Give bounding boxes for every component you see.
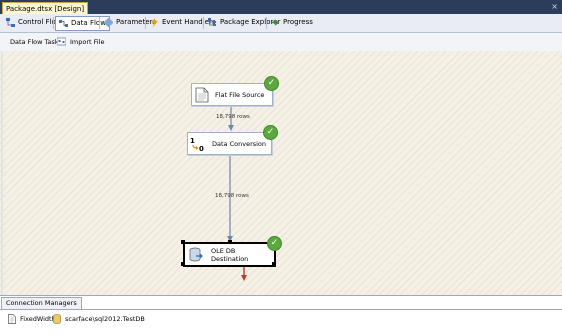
connection-managers-list[interactable]: FixedWidth scarface\sql2012.TestDB bbox=[0, 309, 562, 336]
component-data-conversion[interactable]: 10 Data Conversion bbox=[187, 132, 272, 155]
data-flow-icon bbox=[59, 19, 68, 28]
resize-handle[interactable] bbox=[181, 262, 185, 266]
tab-separator bbox=[203, 17, 204, 29]
tab-label: Progress bbox=[283, 18, 313, 26]
connection-manager-name: FixedWidth bbox=[20, 315, 56, 323]
task-selector-label: Data Flow Task: bbox=[10, 38, 61, 46]
close-icon[interactable]: × bbox=[551, 2, 558, 12]
parameters-icon bbox=[103, 17, 114, 28]
resize-handle[interactable] bbox=[272, 262, 276, 266]
svg-text:0: 0 bbox=[199, 145, 204, 152]
resize-handle[interactable] bbox=[228, 240, 232, 244]
event-handlers-icon bbox=[150, 18, 159, 27]
data-flow-task-icon bbox=[56, 37, 67, 46]
designer-tab-bar: Control Flow Data Flow Parameters Event … bbox=[0, 14, 562, 33]
connection-manager-name: scarface\sql2012.TestDB bbox=[65, 315, 145, 323]
component-flat-file-source[interactable]: Flat File Source bbox=[191, 83, 273, 106]
success-check-icon: ✓ bbox=[267, 236, 282, 251]
data-flow-design-surface[interactable] bbox=[0, 51, 562, 296]
row-count-label: 18,798 rows bbox=[216, 114, 250, 120]
ole-db-destination-icon bbox=[189, 247, 203, 263]
success-check-icon: ✓ bbox=[263, 125, 278, 140]
tab-separator bbox=[53, 17, 54, 29]
flat-file-connection-icon bbox=[8, 314, 16, 324]
task-selector-value: Import File bbox=[70, 37, 105, 46]
component-label: OLE DB Destination bbox=[211, 246, 249, 263]
component-ole-db-destination[interactable]: OLE DB Destination bbox=[183, 242, 276, 267]
task-selector-bar: Data Flow Task: Import File bbox=[0, 33, 562, 52]
row-count-label: 18,798 rows bbox=[215, 193, 249, 199]
connection-managers-panel: Connection Managers FixedWidth scarface\… bbox=[0, 296, 562, 336]
component-label: Flat File Source bbox=[215, 90, 265, 99]
document-tab-strip: Package.dtsx [Design] × bbox=[0, 0, 562, 15]
success-check-icon: ✓ bbox=[264, 76, 279, 91]
progress-icon bbox=[271, 18, 280, 27]
connection-manager-item[interactable]: scarface\sql2012.TestDB bbox=[53, 314, 145, 324]
package-explorer-icon bbox=[208, 18, 217, 27]
oledb-connection-icon bbox=[53, 314, 61, 324]
tab-separator bbox=[266, 17, 267, 29]
task-selector-dropdown[interactable]: Import File bbox=[56, 35, 357, 48]
tab-separator bbox=[99, 17, 100, 29]
resize-handle[interactable] bbox=[181, 240, 185, 244]
data-conversion-icon: 10 bbox=[190, 136, 206, 153]
canvas-left-edge bbox=[1, 51, 3, 295]
control-flow-icon bbox=[6, 18, 15, 27]
component-label: Data Conversion bbox=[212, 139, 267, 148]
connection-manager-item[interactable]: FixedWidth bbox=[8, 314, 56, 324]
tab-progress[interactable]: Progress bbox=[268, 16, 316, 29]
tab-separator bbox=[145, 17, 146, 29]
flat-file-source-icon bbox=[195, 87, 209, 103]
svg-text:1: 1 bbox=[190, 137, 195, 145]
